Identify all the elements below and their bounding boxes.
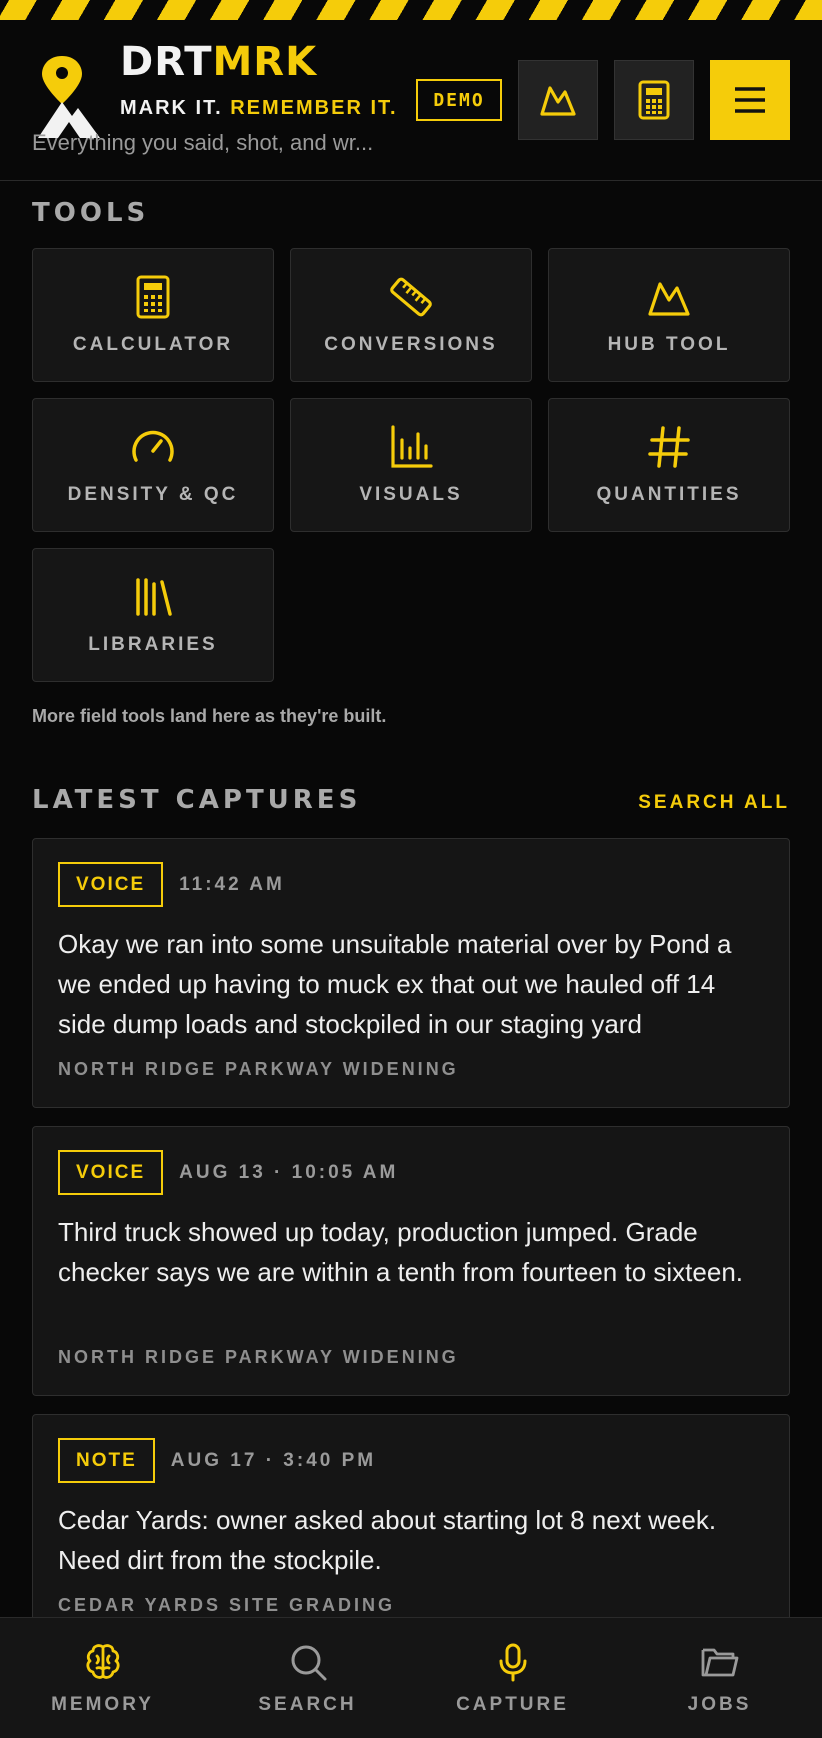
search-icon [291, 1645, 326, 1680]
nav-capture[interactable]: CAPTURE [410, 1618, 615, 1738]
brain-icon [85, 1643, 120, 1679]
capture-type-badge: NOTE [58, 1438, 155, 1483]
nav-label: MEMORY [51, 1693, 154, 1715]
tool-label: CALCULATOR [72, 334, 234, 355]
capture-card[interactable]: VOICE 11:42 AM Okay we ran into some uns… [32, 838, 790, 1108]
card-header: VOICE AUG 13 · 10:05 AM [58, 1150, 398, 1195]
tool-visuals[interactable]: VISUALS [290, 398, 532, 532]
demo-badge[interactable]: DEMO [416, 79, 502, 121]
capture-type-badge: VOICE [58, 1150, 164, 1195]
nav-label: SEARCH [258, 1693, 357, 1715]
tool-label: VISUALS [359, 484, 463, 505]
microphone-icon [499, 1643, 526, 1681]
ruler-icon [390, 277, 432, 317]
calculator-icon [136, 275, 170, 319]
tool-hub-tool[interactable]: HUB TOOL [548, 248, 790, 382]
nav-memory[interactable]: MEMORY [0, 1618, 205, 1738]
logo-icon [38, 56, 100, 138]
tool-label: DENSITY & QC [67, 484, 239, 505]
mountain-icon [540, 86, 576, 116]
capture-time: AUG 17 · 3:40 PM [170, 1449, 377, 1471]
brand-name: DRTMRK [120, 39, 318, 85]
hazard-stripe [0, 0, 822, 20]
tool-conversions[interactable]: CONVERSIONS [290, 248, 532, 382]
bottom-nav: MEMORY SEARCH CAPTURE JOBS [0, 1617, 822, 1738]
library-icon [136, 578, 172, 616]
tagline: MARK IT. REMEMBER IT. [120, 97, 398, 119]
capture-body: Cedar Yards: owner asked about starting … [58, 1505, 717, 1575]
app-header: DRTMRK MARK IT. REMEMBER IT. Everything … [0, 20, 822, 181]
capture-body: Okay we ran into some unsuitable materia… [58, 929, 732, 1039]
tool-label: HUB TOOL [607, 334, 731, 355]
capture-project: NORTH RIDGE PARKWAY WIDENING [58, 1059, 459, 1079]
header-subtitle: Everything you said, shot, and wr... [32, 130, 374, 155]
hub-tool-button[interactable] [518, 60, 598, 140]
tool-label: CONVERSIONS [324, 334, 498, 355]
tools-section-title: TOOLS [32, 198, 150, 228]
tools-footnote: More field tools land here as they're bu… [32, 706, 387, 726]
folder-icon [701, 1648, 738, 1676]
capture-time: 11:42 AM [179, 873, 285, 895]
tool-density-qc[interactable]: DENSITY & QC [32, 398, 274, 532]
calculator-icon [638, 80, 670, 120]
bar-chart-icon [391, 425, 433, 468]
card-header: VOICE 11:42 AM [58, 862, 285, 907]
tool-calculator[interactable]: CALCULATOR [32, 248, 274, 382]
capture-project: CEDAR YARDS SITE GRADING [58, 1595, 396, 1615]
card-header: NOTE AUG 17 · 3:40 PM [58, 1438, 376, 1483]
nav-label: JOBS [687, 1693, 752, 1715]
gauge-icon [132, 430, 174, 462]
calculator-button[interactable] [614, 60, 694, 140]
capture-card[interactable]: VOICE AUG 13 · 10:05 AM Third truck show… [32, 1126, 790, 1396]
capture-type-badge: VOICE [58, 862, 164, 907]
hash-icon [648, 426, 690, 468]
mountain-icon [648, 282, 690, 316]
capture-body: Third truck showed up today, production … [58, 1217, 744, 1287]
hamburger-menu-icon [735, 87, 765, 113]
nav-search[interactable]: SEARCH [205, 1618, 410, 1738]
captures-section-title: LATEST CAPTURES [32, 785, 362, 815]
tool-label: LIBRARIES [88, 634, 218, 655]
tool-libraries[interactable]: LIBRARIES [32, 548, 274, 682]
nav-label: CAPTURE [456, 1693, 569, 1715]
tool-quantities[interactable]: QUANTITIES [548, 398, 790, 532]
menu-button[interactable] [710, 60, 790, 140]
capture-project: NORTH RIDGE PARKWAY WIDENING [58, 1347, 459, 1367]
nav-jobs[interactable]: JOBS [617, 1618, 822, 1738]
search-all-link[interactable]: SEARCH ALL [638, 792, 790, 814]
tool-label: QUANTITIES [596, 484, 742, 505]
capture-time: AUG 13 · 10:05 AM [179, 1161, 399, 1183]
